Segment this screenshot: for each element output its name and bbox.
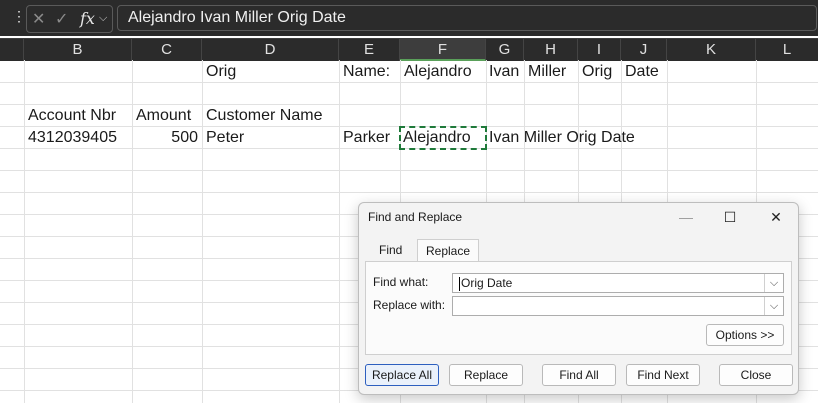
- maximize-icon[interactable]: ☐: [717, 206, 743, 228]
- cell-f4[interactable]: Alejandro: [403, 127, 471, 149]
- cell-g1[interactable]: Ivan: [489, 61, 519, 83]
- cell-b4[interactable]: 4312039405: [28, 127, 117, 149]
- chevron-down-icon[interactable]: ⌵: [764, 297, 783, 315]
- cell-i1[interactable]: Orig: [582, 61, 612, 83]
- cell-h1[interactable]: Miller: [528, 61, 566, 83]
- column-header-b[interactable]: B: [24, 39, 132, 61]
- find-what-label: Find what:: [373, 275, 429, 289]
- cell-e1[interactable]: Name:: [343, 61, 390, 83]
- column-header: B C D E F G H I J K L: [0, 38, 818, 61]
- column-header-h[interactable]: H: [524, 39, 578, 61]
- insert-function-icon[interactable]: fx: [80, 9, 95, 28]
- column-header-l[interactable]: L: [756, 39, 818, 61]
- replace-button[interactable]: Replace: [449, 364, 523, 386]
- cell-d4[interactable]: Peter: [206, 127, 244, 149]
- column-header-j[interactable]: J: [621, 39, 667, 61]
- cell-g4[interactable]: Ivan Miller Orig Date: [489, 127, 635, 149]
- cell-d3[interactable]: Customer Name: [206, 105, 322, 127]
- find-replace-dialog: Find and Replace — ☐ ✕ Find Replace Find…: [358, 202, 799, 395]
- replace-with-input[interactable]: ⌵: [452, 296, 784, 316]
- options-button[interactable]: Options >>: [706, 324, 784, 346]
- cell-c3[interactable]: Amount: [136, 105, 191, 127]
- column-header-k[interactable]: K: [667, 39, 756, 61]
- find-what-input[interactable]: Orig Date ⌵: [452, 273, 784, 293]
- replace-with-label: Replace with:: [373, 298, 446, 312]
- dialog-title: Find and Replace: [368, 210, 463, 224]
- tab-find[interactable]: Find: [371, 239, 410, 261]
- cell-e4[interactable]: Parker: [343, 127, 390, 149]
- find-all-button[interactable]: Find All: [542, 364, 616, 386]
- cell-b3[interactable]: Account Nbr: [28, 105, 116, 127]
- cancel-icon[interactable]: ✕: [32, 9, 45, 29]
- chevron-down-icon[interactable]: ⌵: [99, 12, 107, 25]
- cell-d1[interactable]: Orig: [206, 61, 236, 83]
- column-header-c[interactable]: C: [132, 39, 202, 61]
- enter-icon[interactable]: ✓: [55, 9, 68, 29]
- chevron-down-icon[interactable]: ⌵: [764, 274, 783, 292]
- column-header-e[interactable]: E: [339, 39, 400, 61]
- close-button[interactable]: Close: [719, 364, 793, 386]
- cell-f1[interactable]: Alejandro: [404, 61, 472, 83]
- formula-bar: ⋮ ✕ ✓ fx ⌵ Alejandro Ivan Miller Orig Da…: [0, 0, 818, 36]
- minimize-icon[interactable]: —: [673, 206, 699, 228]
- column-header-f[interactable]: F: [400, 39, 486, 61]
- column-header-i[interactable]: I: [578, 39, 621, 61]
- cell-j1[interactable]: Date: [625, 61, 659, 83]
- find-what-value: Orig Date: [461, 276, 513, 290]
- formula-input[interactable]: Alejandro Ivan Miller Orig Date: [117, 5, 817, 31]
- column-header-g[interactable]: G: [486, 39, 524, 61]
- formula-text: Alejandro Ivan Miller Orig Date: [128, 9, 346, 26]
- find-next-button[interactable]: Find Next: [626, 364, 700, 386]
- column-header-d[interactable]: D: [202, 39, 339, 61]
- formula-buttons: ✕ ✓ fx ⌵: [26, 5, 113, 33]
- more-icon[interactable]: ⋮: [12, 8, 26, 25]
- cell-c4[interactable]: 500: [132, 127, 198, 149]
- replace-all-button[interactable]: Replace All: [365, 364, 439, 386]
- close-icon[interactable]: ✕: [763, 206, 789, 228]
- select-all-corner[interactable]: [0, 39, 24, 61]
- replace-panel: Find what: Orig Date ⌵ Replace with: ⌵ O…: [365, 261, 792, 355]
- tab-replace[interactable]: Replace: [417, 239, 480, 262]
